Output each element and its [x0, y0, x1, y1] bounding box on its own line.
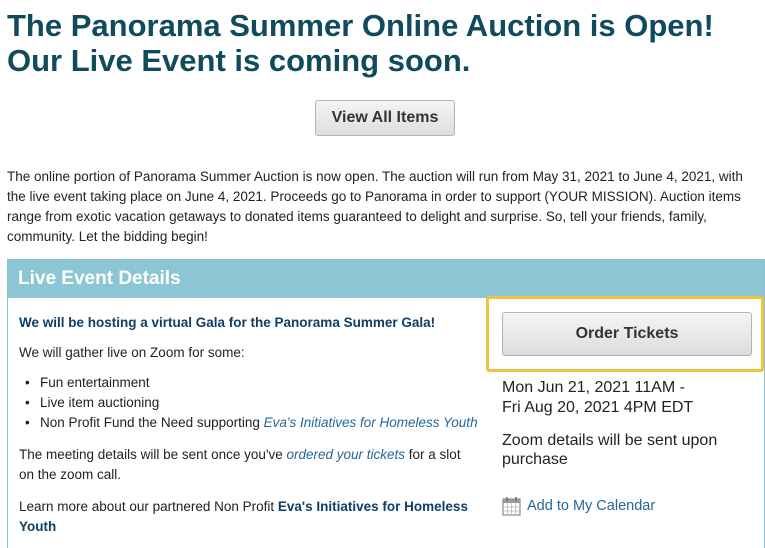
event-date-end: Fri Aug 20, 2021 4PM EDT [502, 399, 694, 416]
ordered-tickets-link[interactable]: ordered your tickets [286, 447, 405, 462]
live-event-panel: Live Event Details We will be hosting a … [7, 259, 765, 548]
list-item-text: Non Profit Fund the Need supporting [40, 415, 264, 430]
gala-title: We will be hosting a virtual Gala for th… [19, 315, 436, 330]
intro-text: The online portion of Panorama Summer Au… [7, 169, 743, 244]
list-item-text: Live item auctioning [40, 395, 160, 410]
event-date: Mon Jun 21, 2021 11AM - Fri Aug 20, 2021… [502, 378, 752, 418]
headline-line-2: Our Live Event is coming soon. [7, 43, 471, 78]
add-to-calendar-label: Add to My Calendar [527, 498, 656, 514]
details-prefix: The meeting details will be sent once yo… [19, 447, 287, 462]
gather-text: We will gather live on Zoom for some: [19, 345, 245, 360]
meeting-details-text: The meeting details will be sent once yo… [19, 445, 479, 485]
order-tickets-button[interactable]: Order Tickets [502, 312, 752, 356]
event-description: We will be hosting a virtual Gala for th… [19, 313, 479, 537]
calendar-icon [502, 496, 521, 516]
live-event-header: Live Event Details [8, 260, 764, 298]
page-headline: The Panorama Summer Online Auction is Op… [7, 8, 757, 78]
list-item-text: Fun entertainment [40, 375, 150, 390]
add-to-calendar-link[interactable]: Add to My Calendar [502, 495, 655, 517]
view-all-items-button[interactable]: View All Items [315, 100, 455, 136]
list-item: Live item auctioning [19, 393, 479, 413]
list-item: Fun entertainment [19, 373, 479, 393]
event-date-start: Mon Jun 21, 2021 11AM - [502, 379, 685, 396]
list-item: Non Profit Fund the Need supporting Eva'… [19, 413, 479, 433]
headline-line-1: The Panorama Summer Online Auction is Op… [7, 8, 714, 43]
learn-prefix: Learn more about our partnered Non Profi… [19, 499, 278, 514]
nonprofit-link[interactable]: Eva's Initiatives for Homeless Youth [264, 415, 478, 430]
activity-list: Fun entertainment Live item auctioning N… [19, 373, 479, 433]
learn-more-text: Learn more about our partnered Non Profi… [19, 497, 479, 537]
zoom-note: Zoom details will be sent upon purchase [502, 432, 718, 468]
